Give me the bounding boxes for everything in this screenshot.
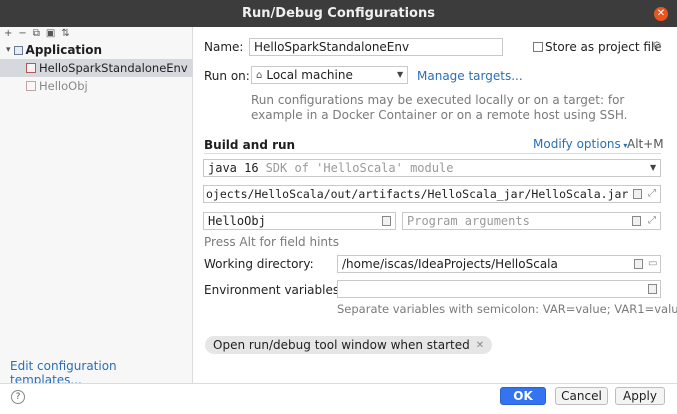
name-value: HelloSparkStandaloneEnv xyxy=(254,40,410,54)
modify-options-link[interactable]: Modify options ▾ xyxy=(533,137,627,151)
configuration-icon xyxy=(26,63,36,73)
cancel-button[interactable]: Cancel xyxy=(555,387,608,405)
apply-button[interactable]: Apply xyxy=(615,387,665,405)
collapse-chevron-icon[interactable]: ▾ xyxy=(6,45,11,55)
modify-options-shortcut: Alt+M xyxy=(627,137,664,151)
program-arguments-field[interactable]: Program arguments ⤢ xyxy=(402,212,661,230)
working-directory-label: Working directory: xyxy=(204,257,314,271)
working-directory-field[interactable]: /home/iscas/IdeaProjects/HelloScala ▭ xyxy=(337,255,661,273)
tree-root-application[interactable]: ▾ Application xyxy=(6,42,102,58)
run-on-value: Local machine xyxy=(266,68,353,82)
main-class-value: HelloObj xyxy=(208,214,266,228)
configurations-sidebar: + − ⧉ ▣ ⇅ ▾ Application HelloSparkStanda… xyxy=(0,27,193,387)
run-on-label: Run on: xyxy=(204,69,250,83)
program-arguments-placeholder: Program arguments xyxy=(407,214,530,228)
tree-root-label: Application xyxy=(25,43,103,57)
add-icon[interactable]: + xyxy=(4,28,12,40)
tree-item-helloobj[interactable]: HelloObj xyxy=(0,77,193,95)
jar-path-value: ojects/HelloScala/out/artifacts/HelloSca… xyxy=(206,187,629,201)
modify-options-label: Modify options xyxy=(533,137,621,151)
store-as-project-label[interactable]: Store as project file xyxy=(545,40,662,54)
run-on-hint-line-2: example in a Docker Container or on a re… xyxy=(251,108,628,122)
main-class-field[interactable]: HelloObj xyxy=(203,212,396,230)
remove-option-icon[interactable]: ✕ xyxy=(476,340,484,351)
chevron-down-icon: ▼ xyxy=(650,163,657,172)
folder-icon[interactable]: ▣ xyxy=(46,28,55,40)
help-button[interactable]: ? xyxy=(11,390,25,404)
run-on-dropdown[interactable]: ⌂ Local machine ▼ xyxy=(251,66,408,84)
jar-path-field[interactable]: ojects/HelloScala/out/artifacts/HelloSca… xyxy=(203,185,661,203)
sdk-detail: SDK of 'HelloScala' module xyxy=(265,161,454,175)
tree-item-label: HelloSparkStandaloneEnv xyxy=(39,61,188,75)
environment-variables-field[interactable] xyxy=(337,280,661,298)
sdk-dropdown[interactable]: java 16 SDK of 'HelloScala' module ▼ xyxy=(203,159,661,177)
window-title: Run/Debug Configurations xyxy=(242,6,435,21)
home-icon: ⌂ xyxy=(256,69,263,81)
folder-icon[interactable]: ▭ xyxy=(648,258,657,269)
file-browse-icon[interactable] xyxy=(633,189,642,199)
expand-icon[interactable]: ⤢ xyxy=(648,215,656,226)
environment-variables-label: Environment variables: xyxy=(204,283,344,297)
file-browse-icon[interactable] xyxy=(632,216,641,226)
application-icon xyxy=(13,45,23,55)
tree-item-label: HelloObj xyxy=(39,79,88,93)
tree-item-hellosparkstandaloneenv[interactable]: HelloSparkStandaloneEnv xyxy=(0,59,193,77)
expand-icon[interactable]: ⤢ xyxy=(648,188,656,199)
working-directory-value: /home/iscas/IdeaProjects/HelloScala xyxy=(342,257,558,271)
build-and-run-heading: Build and run xyxy=(204,138,296,152)
sort-icon[interactable]: ⇅ xyxy=(61,28,69,40)
remove-icon[interactable]: − xyxy=(18,28,26,40)
run-on-hint-line-1: Run configurations may be executed local… xyxy=(251,93,625,107)
name-field[interactable]: HelloSparkStandaloneEnv xyxy=(249,38,503,56)
configuration-form: Name: HelloSparkStandaloneEnv Store as p… xyxy=(194,27,677,383)
open-tool-window-option-chip[interactable]: Open run/debug tool window when started … xyxy=(205,336,493,354)
configuration-icon xyxy=(26,81,36,91)
sdk-version: java 16 xyxy=(208,161,259,175)
macro-insert-icon[interactable] xyxy=(634,259,643,269)
copy-icon[interactable]: ⧉ xyxy=(33,28,40,40)
manage-targets-link[interactable]: Manage targets... xyxy=(417,69,523,83)
name-label: Name: xyxy=(204,40,244,54)
open-tool-window-label: Open run/debug tool window when started xyxy=(213,338,470,352)
chevron-down-icon: ▼ xyxy=(397,70,404,79)
ok-button[interactable]: OK xyxy=(500,387,546,405)
gear-icon[interactable]: ⚙ xyxy=(652,39,662,52)
dialog-button-bar: ? OK Cancel Apply xyxy=(0,383,677,414)
edit-variables-icon[interactable] xyxy=(648,284,657,294)
section-divider xyxy=(204,153,661,154)
environment-variables-hint: Separate variables with semicolon: VAR=v… xyxy=(337,302,677,316)
sidebar-toolbar: + − ⧉ ▣ ⇅ xyxy=(4,27,70,41)
close-window-button[interactable]: ✕ xyxy=(654,7,668,21)
store-as-project-checkbox[interactable] xyxy=(533,42,543,52)
field-hint: Press Alt for field hints xyxy=(204,235,339,249)
class-browse-icon[interactable] xyxy=(382,216,391,226)
title-bar: Run/Debug Configurations ✕ xyxy=(0,0,677,27)
